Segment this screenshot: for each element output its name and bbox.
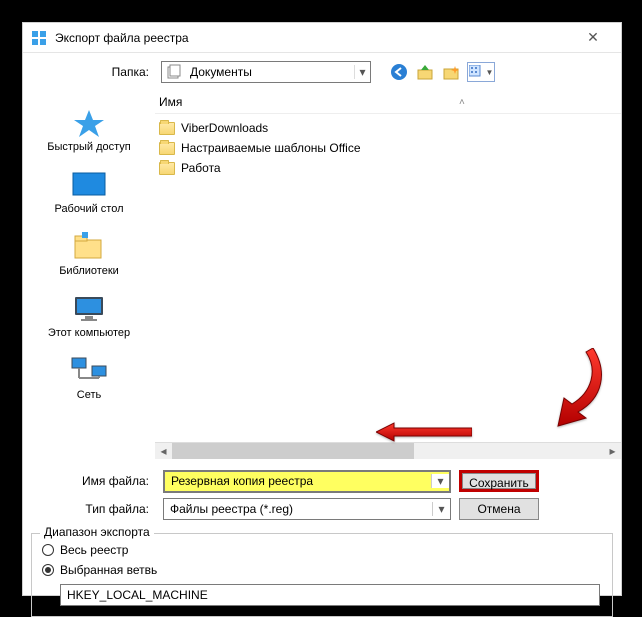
filename-input[interactable]: Резервная копия реестра ▾	[163, 470, 451, 493]
export-range-legend: Диапазон экспорта	[40, 525, 154, 539]
sidebar-item-desktop[interactable]: Рабочий стол	[23, 167, 155, 215]
sidebar-item-label: Быстрый доступ	[23, 141, 155, 153]
sort-caret-icon: ˄	[459, 97, 465, 108]
up-one-level-button[interactable]	[415, 62, 435, 82]
scroll-track[interactable]	[172, 443, 604, 459]
documents-icon	[166, 64, 182, 80]
scroll-thumb[interactable]	[172, 443, 414, 459]
branch-input[interactable]	[60, 584, 600, 606]
scroll-left-icon[interactable]: ◂	[155, 444, 172, 458]
star-icon	[23, 105, 155, 141]
radio-all[interactable]: Весь реестр	[42, 540, 602, 560]
folder-icon	[159, 142, 175, 155]
back-button[interactable]	[389, 62, 409, 82]
bottom-fields: Имя файла: Резервная копия реестра ▾ Сох…	[23, 459, 621, 527]
sidebar-item-label: Этот компьютер	[23, 327, 155, 339]
radio-branch-label: Выбранная ветвь	[60, 563, 157, 577]
filename-label: Имя файла:	[23, 474, 155, 488]
save-button[interactable]: Сохранить	[459, 470, 539, 492]
libraries-icon	[23, 229, 155, 265]
titlebar: Экспорт файла реестра ✕	[23, 23, 621, 53]
folder-icon	[159, 162, 175, 175]
network-icon	[23, 353, 155, 389]
sidebar-item-quick-access[interactable]: Быстрый доступ	[23, 105, 155, 153]
export-range-group: Диапазон экспорта Весь реестр Выбранная …	[31, 533, 613, 617]
filetype-value: Файлы реестра (*.reg)	[164, 502, 432, 516]
folder-value: Документы	[186, 65, 354, 79]
sidebar-item-this-pc[interactable]: Этот компьютер	[23, 291, 155, 339]
horizontal-scrollbar[interactable]: ◂ ▸	[155, 442, 621, 459]
folder-row-item[interactable]: Настраиваемые шаблоны Office	[159, 138, 617, 158]
window-title: Экспорт файла реестра	[55, 31, 573, 45]
filetype-combo[interactable]: Файлы реестра (*.reg) ▾	[163, 498, 451, 520]
cancel-button[interactable]: Отмена	[459, 498, 539, 520]
sidebar-item-network[interactable]: Сеть	[23, 353, 155, 401]
radio-all-label: Весь реестр	[60, 543, 128, 557]
export-registry-dialog: Экспорт файла реестра ✕ Папка: Документы…	[22, 22, 622, 596]
file-list-pane: Имя ˄ ViberDownloads Настраиваемые шабло…	[155, 91, 621, 459]
places-sidebar: Быстрый доступ Рабочий стол Библиотеки Э…	[23, 91, 155, 459]
filetype-label: Тип файла:	[23, 502, 155, 516]
filename-value: Резервная копия реестра	[165, 474, 431, 488]
view-menu-button[interactable]: ▼	[467, 62, 495, 82]
chevron-down-icon[interactable]: ▾	[354, 65, 370, 79]
scroll-right-icon[interactable]: ▸	[604, 444, 621, 458]
radio-icon	[42, 544, 54, 556]
radio-branch[interactable]: Выбранная ветвь	[42, 560, 602, 580]
folder-row-item[interactable]: ViberDownloads	[159, 118, 617, 138]
folder-icon	[159, 122, 175, 135]
sidebar-item-libraries[interactable]: Библиотеки	[23, 229, 155, 277]
folder-combo[interactable]: Документы ▾	[161, 61, 371, 83]
computer-icon	[23, 291, 155, 327]
column-header[interactable]: Имя ˄	[155, 91, 621, 114]
folder-row: Папка: Документы ▾ ▼	[23, 53, 621, 91]
folder-label: Папка:	[23, 65, 155, 79]
desktop-icon	[23, 167, 155, 203]
new-folder-button[interactable]	[441, 62, 461, 82]
sidebar-item-label: Сеть	[23, 389, 155, 401]
folder-name: Работа	[181, 161, 221, 175]
folder-name: Настраиваемые шаблоны Office	[181, 141, 361, 155]
sidebar-item-label: Рабочий стол	[23, 203, 155, 215]
radio-icon	[42, 564, 54, 576]
sidebar-item-label: Библиотеки	[23, 265, 155, 277]
folder-name: ViberDownloads	[181, 121, 268, 135]
registry-icon	[31, 30, 47, 46]
chevron-down-icon[interactable]: ▾	[431, 474, 449, 488]
folder-row-item[interactable]: Работа	[159, 158, 617, 178]
file-list: ViberDownloads Настраиваемые шаблоны Off…	[155, 114, 621, 442]
close-button[interactable]: ✕	[573, 29, 613, 46]
column-name: Имя	[159, 95, 359, 109]
chevron-down-icon[interactable]: ▾	[432, 502, 450, 516]
